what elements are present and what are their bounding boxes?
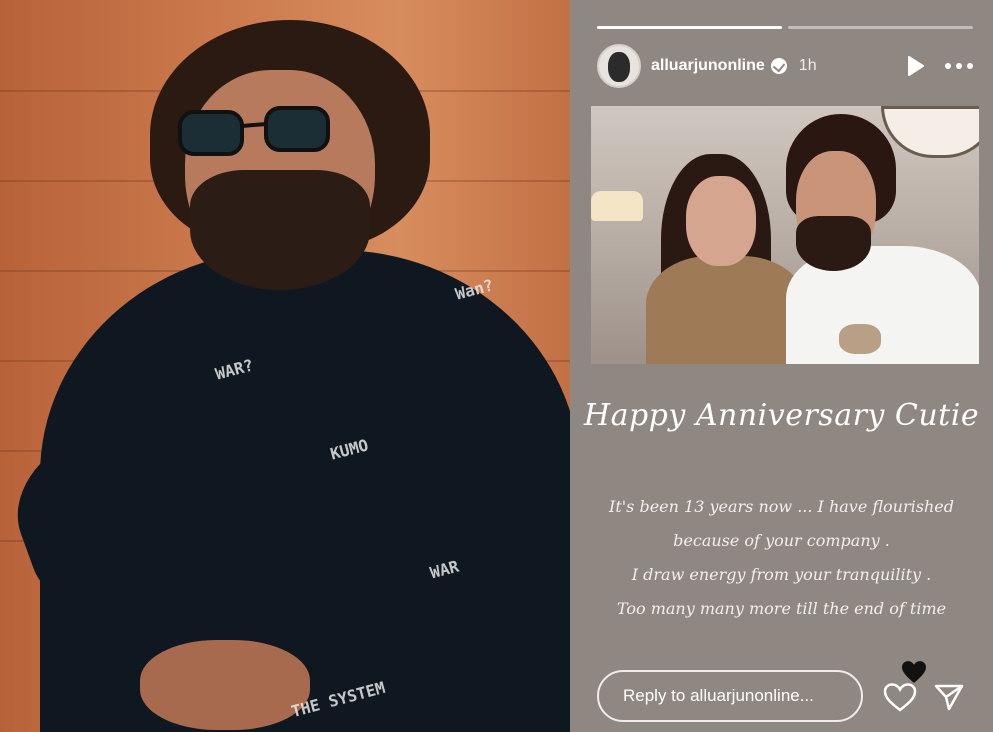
heart-icon[interactable] bbox=[883, 682, 917, 712]
story-progress-bar bbox=[597, 26, 782, 29]
verified-badge-icon bbox=[770, 58, 787, 74]
story-progress-bars bbox=[597, 26, 973, 29]
message-line: Too many many more till the end of time bbox=[616, 599, 947, 618]
play-icon[interactable] bbox=[903, 54, 927, 78]
instagram-story: alluarjunonline 1h Happy Anniversary Cut… bbox=[570, 0, 993, 732]
send-icon[interactable] bbox=[933, 682, 965, 712]
avatar[interactable] bbox=[597, 44, 641, 88]
username[interactable]: alluarjunonline bbox=[651, 57, 765, 75]
timestamp: 1h bbox=[798, 57, 817, 74]
ceiling-light bbox=[881, 106, 979, 158]
more-options-icon[interactable] bbox=[945, 54, 973, 78]
story-title: Happy Anniversary Cutie bbox=[583, 398, 980, 433]
black-heart-icon bbox=[902, 661, 926, 683]
pendant-lamp bbox=[591, 191, 643, 221]
reply-input[interactable]: Reply to alluarjunonline... bbox=[597, 670, 863, 722]
story-message: It's been 13 years now ... I have flouri… bbox=[590, 490, 973, 626]
woman-body bbox=[646, 256, 806, 364]
sunglasses-icon bbox=[178, 106, 330, 156]
left-photo: WAR? Wan? KUMO THE SYSTEM WAR bbox=[0, 0, 570, 732]
couple-photo bbox=[591, 106, 979, 364]
story-progress-bar bbox=[788, 26, 973, 29]
brooch bbox=[839, 324, 881, 354]
man-beard bbox=[796, 216, 871, 271]
woman-face bbox=[686, 176, 756, 266]
person-beard bbox=[190, 170, 370, 290]
story-header: alluarjunonline 1h bbox=[597, 44, 973, 88]
message-line: because of your company . bbox=[673, 531, 890, 550]
person-hand bbox=[140, 640, 310, 730]
message-line: It's been 13 years now ... I have flouri… bbox=[609, 497, 954, 516]
message-line: I draw energy from your tranquility . bbox=[631, 565, 932, 584]
